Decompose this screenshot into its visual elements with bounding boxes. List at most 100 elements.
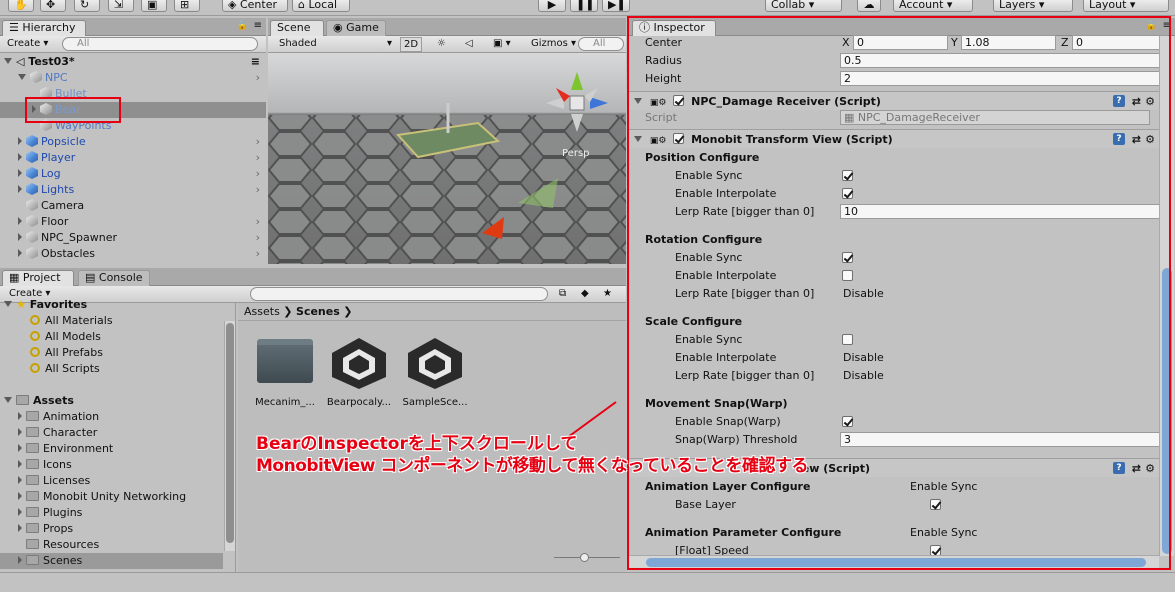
fold-arrow-icon[interactable] bbox=[18, 556, 22, 564]
chevron-right-icon[interactable]: › bbox=[256, 246, 260, 262]
assets-item[interactable]: Licenses bbox=[0, 473, 223, 489]
hand-tool-button[interactable]: ✋ bbox=[8, 0, 34, 12]
project-search-input[interactable] bbox=[250, 287, 548, 301]
fold-arrow-icon[interactable] bbox=[4, 397, 12, 403]
favorites-item[interactable]: All Models bbox=[30, 329, 101, 345]
hierarchy-item[interactable]: Popsicle › bbox=[0, 134, 266, 150]
fold-arrow-icon[interactable] bbox=[18, 524, 22, 532]
scene-menu-icon[interactable]: ≡ bbox=[251, 54, 260, 70]
step-button[interactable]: ▶❚ bbox=[602, 0, 630, 12]
chevron-right-icon[interactable]: › bbox=[256, 150, 260, 166]
fold-arrow-icon[interactable] bbox=[18, 74, 26, 80]
effects-toggle-icon[interactable]: ▣ ▾ bbox=[490, 37, 514, 52]
pivot-local-button[interactable]: ⌂ Local bbox=[292, 0, 350, 12]
chevron-right-icon[interactable]: › bbox=[256, 230, 260, 246]
scene-viewport[interactable]: Persp bbox=[268, 53, 626, 264]
hierarchy-item[interactable]: NPC_Spawner › bbox=[0, 230, 266, 246]
icon-size-slider[interactable] bbox=[554, 553, 620, 563]
assets-item[interactable]: Icons bbox=[0, 457, 223, 473]
tab-scene[interactable]: Scene bbox=[270, 20, 324, 36]
shading-mode-dropdown[interactable]: Shaded ▾ bbox=[276, 37, 394, 52]
file-item[interactable]: Bearpocaly... bbox=[326, 333, 392, 413]
file-item[interactable]: SampleSce... bbox=[402, 333, 468, 413]
scene-gizmo[interactable] bbox=[542, 68, 612, 138]
assets-item[interactable]: Props bbox=[0, 521, 223, 537]
scene-root-row[interactable]: ◁ Test03* ≡ bbox=[0, 54, 266, 70]
fold-arrow-icon[interactable] bbox=[18, 508, 22, 516]
file-item[interactable]: Mecanim_... bbox=[252, 339, 318, 413]
hierarchy-item[interactable]: Obstacles › bbox=[0, 246, 266, 262]
fold-arrow-icon[interactable] bbox=[18, 217, 22, 225]
assets-item[interactable]: Animation bbox=[0, 409, 223, 425]
chevron-right-icon[interactable]: › bbox=[256, 134, 260, 150]
rect-tool-button[interactable]: ▣ bbox=[141, 0, 167, 12]
fold-arrow-icon[interactable] bbox=[18, 428, 22, 436]
favorites-item[interactable]: All Materials bbox=[30, 313, 113, 329]
fold-arrow-icon[interactable] bbox=[18, 476, 22, 484]
assets-item[interactable]: Character bbox=[0, 425, 223, 441]
tab-game[interactable]: ◉ Game bbox=[326, 20, 386, 36]
play-button[interactable]: ▶ bbox=[538, 0, 566, 12]
chevron-right-icon[interactable]: › bbox=[256, 182, 260, 198]
gizmos-dropdown[interactable]: Gizmos ▾ bbox=[528, 37, 579, 52]
fold-arrow-icon[interactable] bbox=[4, 58, 12, 64]
fold-arrow-icon[interactable] bbox=[18, 460, 22, 468]
pause-button[interactable]: ❚❚ bbox=[570, 0, 598, 12]
fold-arrow-icon[interactable] bbox=[18, 492, 22, 500]
hierarchy-item[interactable]: Player › bbox=[0, 150, 266, 166]
hierarchy-item[interactable]: Camera bbox=[0, 198, 266, 214]
assets-item[interactable]: Monobit Unity Networking bbox=[0, 489, 223, 505]
hierarchy-item[interactable]: Log › bbox=[0, 166, 266, 182]
mode-2d-button[interactable]: 2D bbox=[400, 37, 423, 52]
fold-arrow-icon[interactable] bbox=[18, 444, 22, 452]
scale-tool-button[interactable]: ⇲ bbox=[108, 0, 134, 12]
assets-item[interactable]: Environment bbox=[0, 441, 223, 457]
breadcrumb-assets[interactable]: Assets bbox=[244, 305, 280, 318]
lighting-toggle-icon[interactable]: ☼ bbox=[434, 37, 449, 52]
favorite-star-icon[interactable]: ★ bbox=[600, 287, 615, 302]
audio-toggle-icon[interactable]: ◁ bbox=[462, 37, 476, 52]
chevron-right-icon[interactable]: › bbox=[256, 70, 260, 86]
lock-icon[interactable]: 🔒 bbox=[237, 21, 248, 31]
breadcrumb-scenes[interactable]: Scenes bbox=[296, 305, 340, 318]
fold-arrow-icon[interactable] bbox=[18, 233, 22, 241]
collab-button[interactable]: Collab ▾ bbox=[765, 0, 842, 12]
rotate-tool-button[interactable]: ↻ bbox=[74, 0, 100, 12]
account-button[interactable]: Account ▾ bbox=[893, 0, 973, 12]
layers-button[interactable]: Layers ▾ bbox=[993, 0, 1073, 12]
fold-arrow-icon[interactable] bbox=[18, 249, 22, 257]
cloud-button[interactable]: ☁ bbox=[857, 0, 881, 12]
panel-menu-icon[interactable]: ≡ bbox=[254, 20, 262, 31]
chevron-right-icon[interactable]: › bbox=[256, 166, 260, 182]
tab-hierarchy[interactable]: ☰ Hierarchy bbox=[2, 20, 86, 36]
search-by-type-icon[interactable]: ⧉ bbox=[556, 287, 569, 302]
search-by-label-icon[interactable]: ◆ bbox=[578, 287, 592, 302]
pivot-center-button[interactable]: ◈ Center bbox=[222, 0, 288, 12]
project-tree-scrollbar[interactable] bbox=[224, 321, 235, 551]
assets-item[interactable]: Plugins bbox=[0, 505, 223, 521]
chevron-right-icon[interactable]: › bbox=[256, 214, 260, 230]
fold-arrow-icon[interactable] bbox=[18, 169, 22, 177]
assets-item[interactable]: Resources bbox=[0, 537, 223, 553]
hierarchy-search-input[interactable]: All bbox=[62, 37, 258, 51]
hierarchy-create-button[interactable]: Create ▾ bbox=[4, 37, 51, 52]
assets-header[interactable]: Assets bbox=[4, 393, 74, 409]
tab-console[interactable]: ▤ Console bbox=[78, 270, 150, 286]
hierarchy-item[interactable]: Lights › bbox=[0, 182, 266, 198]
transform-tool-button[interactable]: ⊞ bbox=[174, 0, 200, 12]
fold-arrow-icon[interactable] bbox=[18, 137, 22, 145]
assets-item[interactable]: Scenes bbox=[0, 553, 223, 569]
favorites-item[interactable]: All Scripts bbox=[30, 361, 100, 377]
scene-search-input[interactable]: All bbox=[578, 37, 624, 51]
layout-button[interactable]: Layout ▾ bbox=[1083, 0, 1169, 12]
fold-arrow-icon[interactable] bbox=[4, 301, 12, 307]
hierarchy-item[interactable]: NPC › bbox=[0, 70, 266, 86]
hierarchy-item[interactable]: Floor › bbox=[0, 214, 266, 230]
fold-arrow-icon[interactable] bbox=[18, 153, 22, 161]
move-tool-button[interactable]: ✥ bbox=[40, 0, 66, 12]
tab-project[interactable]: ▦ Project bbox=[2, 270, 74, 286]
fold-arrow-icon[interactable] bbox=[18, 185, 22, 193]
fold-arrow-icon[interactable] bbox=[18, 412, 22, 420]
favorites-header[interactable]: ★ Favorites bbox=[4, 297, 87, 313]
favorites-item[interactable]: All Prefabs bbox=[30, 345, 103, 361]
